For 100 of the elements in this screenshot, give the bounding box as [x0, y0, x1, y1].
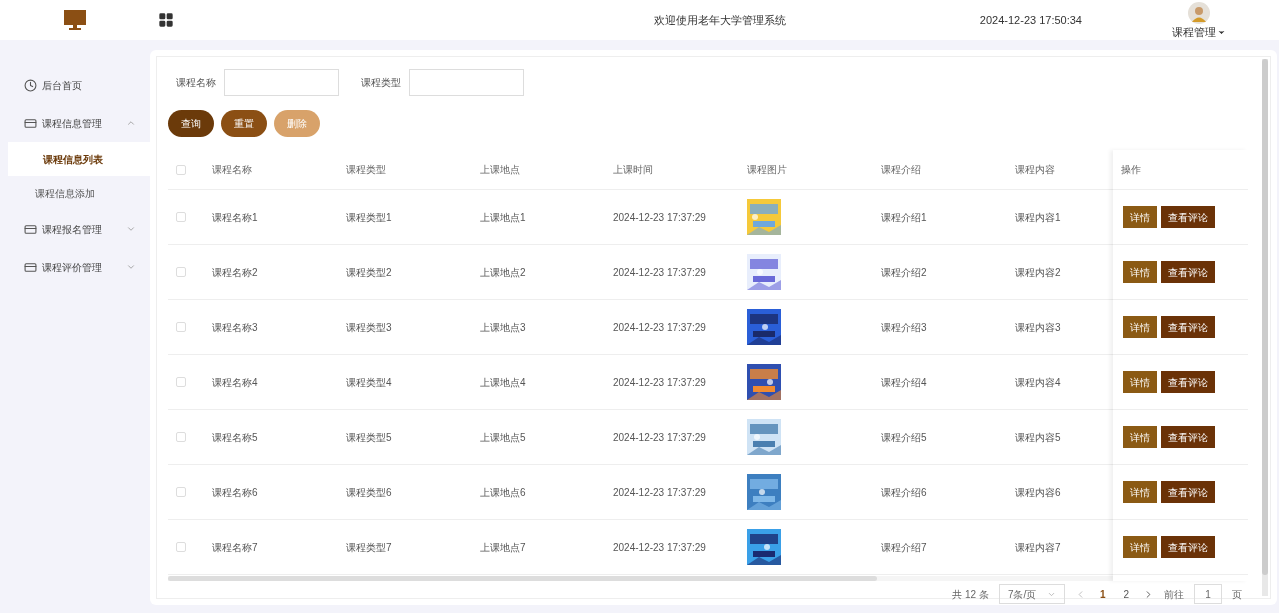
table-cell: 课程类型2: [346, 266, 392, 278]
table-cell: 课程名称5: [212, 431, 258, 443]
row-checkbox[interactable]: [176, 432, 186, 442]
submenu-item[interactable]: 课程信息添加: [0, 176, 150, 210]
card-icon: [24, 260, 37, 274]
table-cell: 上课地点6: [480, 486, 526, 498]
column-header: 课程介绍: [881, 164, 921, 175]
table-cell: 课程介绍7: [881, 541, 927, 553]
sidebar-item[interactable]: 课程报名管理: [0, 210, 150, 248]
table-cell: 2024-12-23 17:37:29: [613, 266, 706, 278]
sidebar-item[interactable]: 后台首页: [0, 66, 150, 104]
table-cell: 课程类型1: [346, 211, 392, 223]
chevron-down-icon: [126, 262, 136, 272]
details-button[interactable]: 详情: [1123, 371, 1157, 393]
table-cell: 课程内容1: [1015, 211, 1061, 223]
table-cell: 课程类型3: [346, 321, 392, 333]
details-button[interactable]: 详情: [1123, 426, 1157, 448]
datetime: 2024-12-23 17:50:34: [979, 12, 1082, 28]
view-comments-button[interactable]: 查看评论: [1161, 206, 1215, 228]
monitor-icon: [64, 10, 86, 30]
table-cell: 课程介绍4: [881, 376, 927, 388]
column-header: 课程类型: [346, 164, 386, 175]
table-cell: 课程内容5: [1015, 431, 1061, 443]
field-label: 课程类型: [361, 76, 401, 90]
view-comments-button[interactable]: 查看评论: [1161, 536, 1215, 558]
details-button[interactable]: 详情: [1123, 316, 1157, 338]
table-cell: 2024-12-23 17:37:29: [613, 541, 706, 553]
table-cell: 2024-12-23 17:37:29: [613, 321, 706, 333]
goto-page-field[interactable]: 1: [1194, 584, 1222, 604]
reset-button[interactable]: 重置: [221, 110, 267, 137]
table-cell: 课程类型5: [346, 431, 392, 443]
table-cell: 2024-12-23 17:37:29: [613, 431, 706, 443]
table-cell: 课程介绍3: [881, 321, 927, 333]
details-button[interactable]: 详情: [1123, 481, 1157, 503]
table-cell: 课程名称4: [212, 376, 258, 388]
row-checkbox[interactable]: [176, 377, 186, 387]
table-cell: 课程内容6: [1015, 486, 1061, 498]
table-cell: 上课地点3: [480, 321, 526, 333]
chevron-down-icon: [126, 224, 136, 234]
scrollbar-thumb[interactable]: [168, 576, 877, 581]
row-checkbox[interactable]: [176, 212, 186, 222]
page-suffix: 页: [1232, 587, 1242, 602]
card-icon: [24, 116, 37, 130]
table-cell: 课程类型6: [346, 486, 392, 498]
row-checkbox[interactable]: [176, 542, 186, 552]
column-header: 上课时间: [613, 164, 653, 175]
table-cell: 课程介绍6: [881, 486, 927, 498]
table-cell: 上课地点5: [480, 431, 526, 443]
table-cell: 上课地点4: [480, 376, 526, 388]
table-cell: 课程介绍2: [881, 266, 927, 278]
card-icon: [24, 222, 37, 236]
query-button[interactable]: 查询: [168, 110, 214, 137]
goto-label: 前往: [1164, 587, 1184, 602]
row-checkbox[interactable]: [176, 322, 186, 332]
search-field[interactable]: [224, 69, 339, 96]
table-cell: 课程介绍5: [881, 431, 927, 443]
table-cell: 课程名称6: [212, 486, 258, 498]
menu-icon[interactable]: [158, 12, 174, 28]
table-cell: 课程名称7: [212, 541, 258, 553]
scrollbar-thumb[interactable]: [1262, 59, 1268, 575]
sidebar-item[interactable]: 课程评价管理: [0, 248, 150, 286]
total-count: 共 12 条: [952, 587, 989, 602]
view-comments-button[interactable]: 查看评论: [1161, 426, 1215, 448]
table-cell: 2024-12-23 17:37:29: [613, 486, 706, 498]
table-cell: 课程内容4: [1015, 376, 1061, 388]
table-cell: 课程类型7: [346, 541, 392, 553]
view-comments-button[interactable]: 查看评论: [1161, 316, 1215, 338]
page-size-select[interactable]: 7条/页: [998, 584, 1065, 604]
view-comments-button[interactable]: 查看评论: [1161, 261, 1215, 283]
details-button[interactable]: 详情: [1123, 206, 1157, 228]
submenu-item[interactable]: 课程信息列表: [8, 142, 150, 176]
avatar-icon: [1188, 1, 1210, 24]
table-cell: 课程名称1: [212, 211, 258, 223]
row-checkbox[interactable]: [176, 267, 186, 277]
view-comments-button[interactable]: 查看评论: [1161, 481, 1215, 503]
table-cell: 上课地点2: [480, 266, 526, 278]
table-cell: 课程介绍1: [881, 211, 927, 223]
table-cell: 课程名称3: [212, 321, 258, 333]
system-title: 欢迎使用老年大学管理系统: [652, 12, 787, 28]
details-button[interactable]: 详情: [1123, 261, 1157, 283]
row-checkbox[interactable]: [176, 487, 186, 497]
select-all-checkbox[interactable]: [176, 164, 186, 175]
table-cell: 课程名称2: [212, 266, 258, 278]
column-header: 上课地点: [480, 164, 520, 175]
table-cell: 课程内容7: [1015, 541, 1061, 553]
details-button[interactable]: 详情: [1123, 536, 1157, 558]
page-button[interactable]: 1: [1095, 586, 1110, 602]
table-cell: 课程内容2: [1015, 266, 1061, 278]
search-field[interactable]: [409, 69, 524, 96]
page-button[interactable]: 2: [1119, 586, 1133, 602]
table-cell: 上课地点7: [480, 541, 526, 553]
column-header: 课程内容: [1015, 164, 1055, 175]
table-cell: 2024-12-23 17:37:29: [613, 211, 706, 223]
column-header: 操作: [1121, 163, 1141, 177]
field-label: 课程名称: [176, 76, 216, 90]
sidebar-item[interactable]: 课程信息管理: [0, 104, 150, 142]
table-cell: 课程类型4: [346, 376, 392, 388]
table-cell: 课程内容3: [1015, 321, 1061, 333]
view-comments-button[interactable]: 查看评论: [1161, 371, 1215, 393]
user-menu[interactable]: 课程管理: [1172, 23, 1226, 41]
